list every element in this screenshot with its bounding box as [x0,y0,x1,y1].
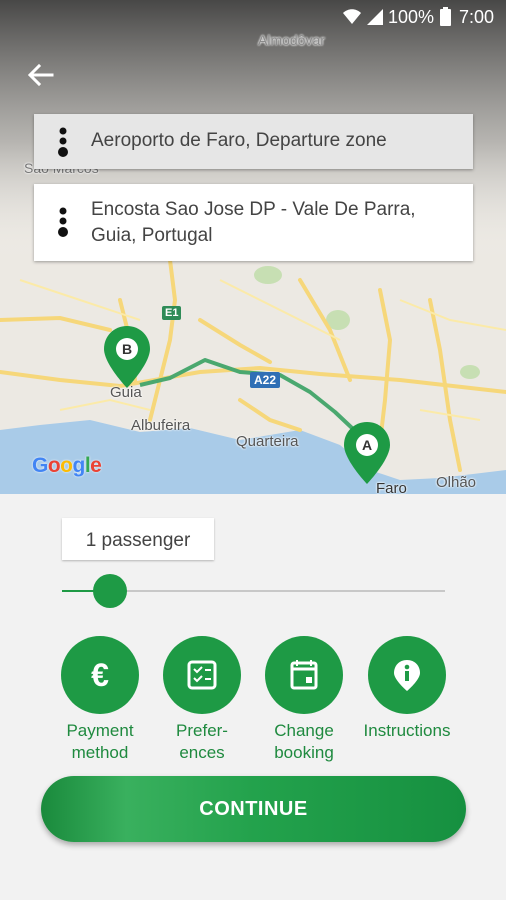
payment-method-button[interactable]: € Payment method [60,636,140,764]
road-shield-a22: A22 [250,372,281,388]
passenger-count: 1 passenger [62,518,214,560]
passenger-slider-thumb[interactable] [93,574,127,608]
preferences-label: Prefer- ences [176,721,228,762]
map-label-albufeira: Albufeira [131,417,191,434]
destination-dots-icon [58,207,68,237]
destination-text: Encosta Sao Jose DP - Vale De Parra, Gui… [91,199,416,246]
status-bar: 100% 7:00 [0,0,506,34]
origin-text: Aeroporto de Faro, Departure zone [91,130,387,151]
destination-field[interactable]: Encosta Sao Jose DP - Vale De Parra, Gui… [34,184,473,261]
google-logo: Google [32,454,102,477]
euro-icon: € [91,657,109,693]
wifi-icon [343,9,361,24]
marker-b-icon[interactable]: B [102,324,152,390]
back-arrow-icon[interactable] [24,58,58,92]
map-label-almodovar: Almodôvar [258,32,325,48]
status-time: 7:00 [458,7,494,27]
origin-field[interactable]: Aeroporto de Faro, Departure zone [34,114,473,169]
continue-button[interactable]: CONTINUE [41,776,466,842]
info-icon [394,660,420,691]
map-label-olhao: Olhão [436,474,477,491]
marker-b-label: B [121,341,133,357]
origin-dots-icon [58,127,68,157]
preferences-button[interactable]: Prefer- ences [162,636,242,764]
battery-percent: 100% [387,7,434,27]
change-booking-label: Change booking [274,721,334,762]
instructions-label: Instructions [363,721,451,740]
payment-method-label: Payment method [66,721,134,762]
instructions-button[interactable]: Instructions [362,636,452,742]
change-booking-button[interactable]: Change booking [264,636,344,764]
battery-icon [440,7,451,26]
calendar-icon [290,660,318,690]
signal-icon [367,9,383,25]
marker-a-icon[interactable]: A [342,420,392,486]
road-shield-e1: E1 [162,306,182,320]
marker-a-label: A [361,437,373,453]
checklist-icon [187,660,217,690]
svg-text:€: € [91,657,109,693]
map-label-quarteira: Quarteira [236,433,299,450]
